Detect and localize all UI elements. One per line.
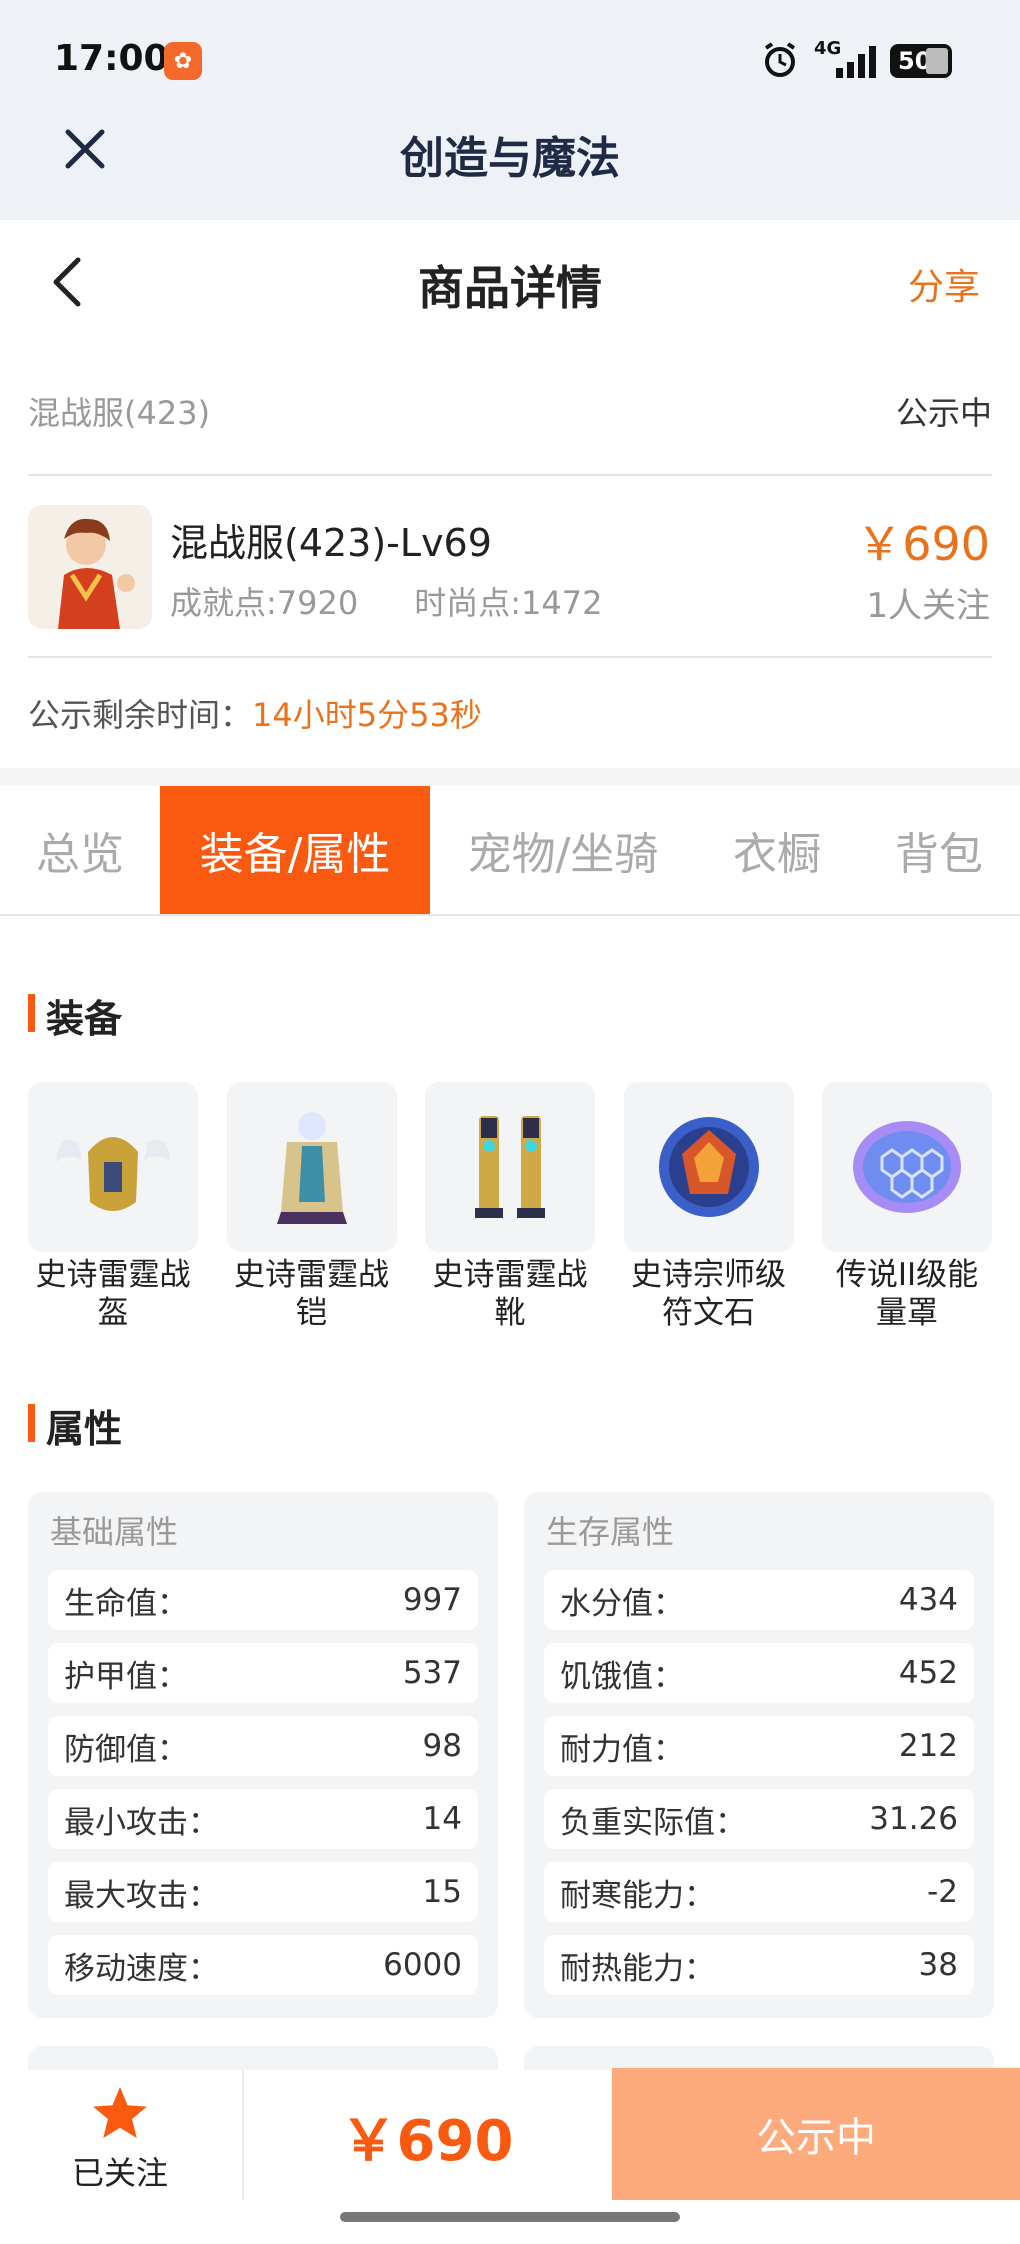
rune-stone-icon xyxy=(623,1082,794,1252)
attribute-name: 水分值： xyxy=(560,1585,684,1622)
survival-attributes-card: 生存属性 水分值： 434 饥饿值： 452 耐力值： 212 负重实际值： 31.26… xyxy=(524,1492,994,2018)
attribute-row: 耐热能力： 38 xyxy=(544,1935,974,1995)
attribute-name: 移动速度： xyxy=(64,1950,219,1987)
attribute-name: 护甲值： xyxy=(64,1658,188,1695)
countdown: 公示剩余时间：14小时5分53秒 xyxy=(28,690,482,736)
armor-icon xyxy=(226,1082,397,1252)
tab-pets-mounts[interactable]: 宠物/坐骑 xyxy=(430,786,696,914)
tab-wardrobe[interactable]: 衣橱 xyxy=(696,786,858,914)
listing-name: 混战服(423)-Lv69 xyxy=(170,521,492,565)
attribute-value: -2 xyxy=(927,1874,958,1910)
attribute-row: 最大攻击： 15 xyxy=(48,1862,478,1922)
attribute-value: 31.26 xyxy=(869,1801,958,1837)
attribute-name: 耐力值： xyxy=(560,1731,684,1768)
attribute-value: 38 xyxy=(918,1947,958,1983)
attribute-value: 452 xyxy=(898,1655,958,1691)
attribute-value: 15 xyxy=(422,1874,462,1910)
tab-backpack[interactable]: 背包 xyxy=(858,786,1020,914)
countdown-value: 14小时5分53秒 xyxy=(252,696,482,734)
attribute-name: 负重实际值： xyxy=(560,1804,746,1841)
section-gap xyxy=(0,768,1020,786)
attribute-row: 水分值： 434 xyxy=(544,1570,974,1630)
attribute-value: 6000 xyxy=(383,1947,462,1983)
card-title: 基础属性 xyxy=(50,1513,179,1551)
attribute-row: 生命值： 997 xyxy=(48,1570,478,1630)
helmet-icon xyxy=(28,1082,198,1252)
equipment-item[interactable]: 史诗宗师级符文石 xyxy=(623,1082,794,1332)
equipment-item[interactable]: 史诗雷霆战铠 xyxy=(226,1082,397,1332)
attribute-value: 212 xyxy=(898,1728,958,1764)
attribute-name: 耐寒能力： xyxy=(560,1877,715,1914)
app-title: 创造与魔法 xyxy=(400,133,620,184)
publicity-status-button[interactable]: 公示中 xyxy=(612,2068,1020,2200)
achievement-points: 成就点:7920 xyxy=(170,584,359,622)
attribute-row: 饥饿值： 452 xyxy=(544,1643,974,1703)
attribute-row: 移动速度： 6000 xyxy=(48,1935,478,1995)
equipment-section-title: 装备 xyxy=(28,988,122,1043)
equipment-item-label: 史诗雷霆战盔 xyxy=(35,1257,191,1331)
battery-icon: 50 xyxy=(890,44,952,78)
attributes-section-title: 属性 xyxy=(28,1398,122,1453)
attribute-name: 最小攻击： xyxy=(64,1804,219,1841)
follow-button[interactable]: 已关注 xyxy=(40,2084,200,2194)
divider xyxy=(28,656,992,658)
equipment-item-label: 传说II级能量罩 xyxy=(835,1257,979,1331)
listing-price: ￥690 xyxy=(856,517,990,571)
fashion-points: 时尚点:1472 xyxy=(414,584,603,622)
star-icon xyxy=(93,2087,147,2138)
boots-icon xyxy=(425,1082,595,1252)
divider xyxy=(28,474,992,476)
attribute-name: 生命值： xyxy=(64,1585,188,1622)
alarm-icon xyxy=(764,42,796,77)
attribute-value: 434 xyxy=(898,1582,958,1618)
tab-bar: 总览 装备/属性 宠物/坐骑 衣橱 背包 xyxy=(0,786,1020,916)
countdown-label: 公示剩余时间： xyxy=(28,696,253,734)
attribute-row: 耐寒能力： -2 xyxy=(544,1862,974,1922)
tab-equipment-attributes[interactable]: 装备/属性 xyxy=(160,786,430,914)
attribute-row: 防御值： 98 xyxy=(48,1716,478,1776)
attribute-value: 98 xyxy=(422,1728,462,1764)
character-avatar xyxy=(28,505,152,629)
attribute-value: 537 xyxy=(402,1655,462,1691)
attribute-value: 14 xyxy=(422,1801,462,1837)
bottom-price: ￥690 xyxy=(340,2109,514,2174)
equipment-item-label: 史诗宗师级符文石 xyxy=(631,1257,786,1331)
attribute-name: 饥饿值： xyxy=(560,1658,684,1695)
server-row: 混战服(423) 公示中 xyxy=(28,388,992,434)
share-button[interactable]: 分享 xyxy=(908,258,980,310)
attribute-name: 最大攻击： xyxy=(64,1877,219,1914)
basic-attributes-card: 基础属性 生命值： 997 护甲值： 537 防御值： 98 最小攻击： 14 最大攻击… xyxy=(28,1492,498,2018)
signal-icon xyxy=(836,46,876,78)
attribute-row: 耐力值： 212 xyxy=(544,1716,974,1776)
follower-count: 1人关注 xyxy=(866,586,990,626)
attribute-row: 最小攻击： 14 xyxy=(48,1789,478,1849)
equipment-item[interactable]: 史诗雷霆战盔 xyxy=(28,1082,198,1332)
home-indicator[interactable] xyxy=(340,2212,680,2222)
attribute-name: 耐热能力： xyxy=(560,1950,715,1987)
page-title: 商品详情 xyxy=(418,261,602,315)
attribute-row: 护甲值： 537 xyxy=(48,1643,478,1703)
attribute-name: 防御值： xyxy=(64,1731,188,1768)
equipment-item[interactable]: 史诗雷霆战靴 xyxy=(425,1082,595,1332)
tab-overview[interactable]: 总览 xyxy=(0,786,160,914)
energy-shield-icon xyxy=(822,1082,992,1252)
status-time: 17:00 xyxy=(54,38,169,79)
equipment-grid: 史诗雷霆战盔 史诗雷霆战铠 史诗雷霆战靴 史诗宗师级符文石 传说II级能量罩 xyxy=(28,1082,992,1332)
attribute-value: 997 xyxy=(402,1582,462,1618)
listing-status: 公示中 xyxy=(895,394,992,432)
follow-label: 已关注 xyxy=(71,2154,168,2192)
server-name: 混战服(423) xyxy=(28,394,211,432)
attribute-row: 负重实际值： 31.26 xyxy=(544,1789,974,1849)
card-title: 生存属性 xyxy=(546,1513,675,1551)
equipment-item-label: 史诗雷霆战铠 xyxy=(234,1257,389,1331)
equipment-item-label: 史诗雷霆战靴 xyxy=(432,1257,588,1331)
app-notification-icon: ✿ xyxy=(164,42,202,80)
listing-stats: 成就点:7920 时尚点:1472 xyxy=(170,578,602,624)
equipment-item[interactable]: 传说II级能量罩 xyxy=(822,1082,992,1332)
